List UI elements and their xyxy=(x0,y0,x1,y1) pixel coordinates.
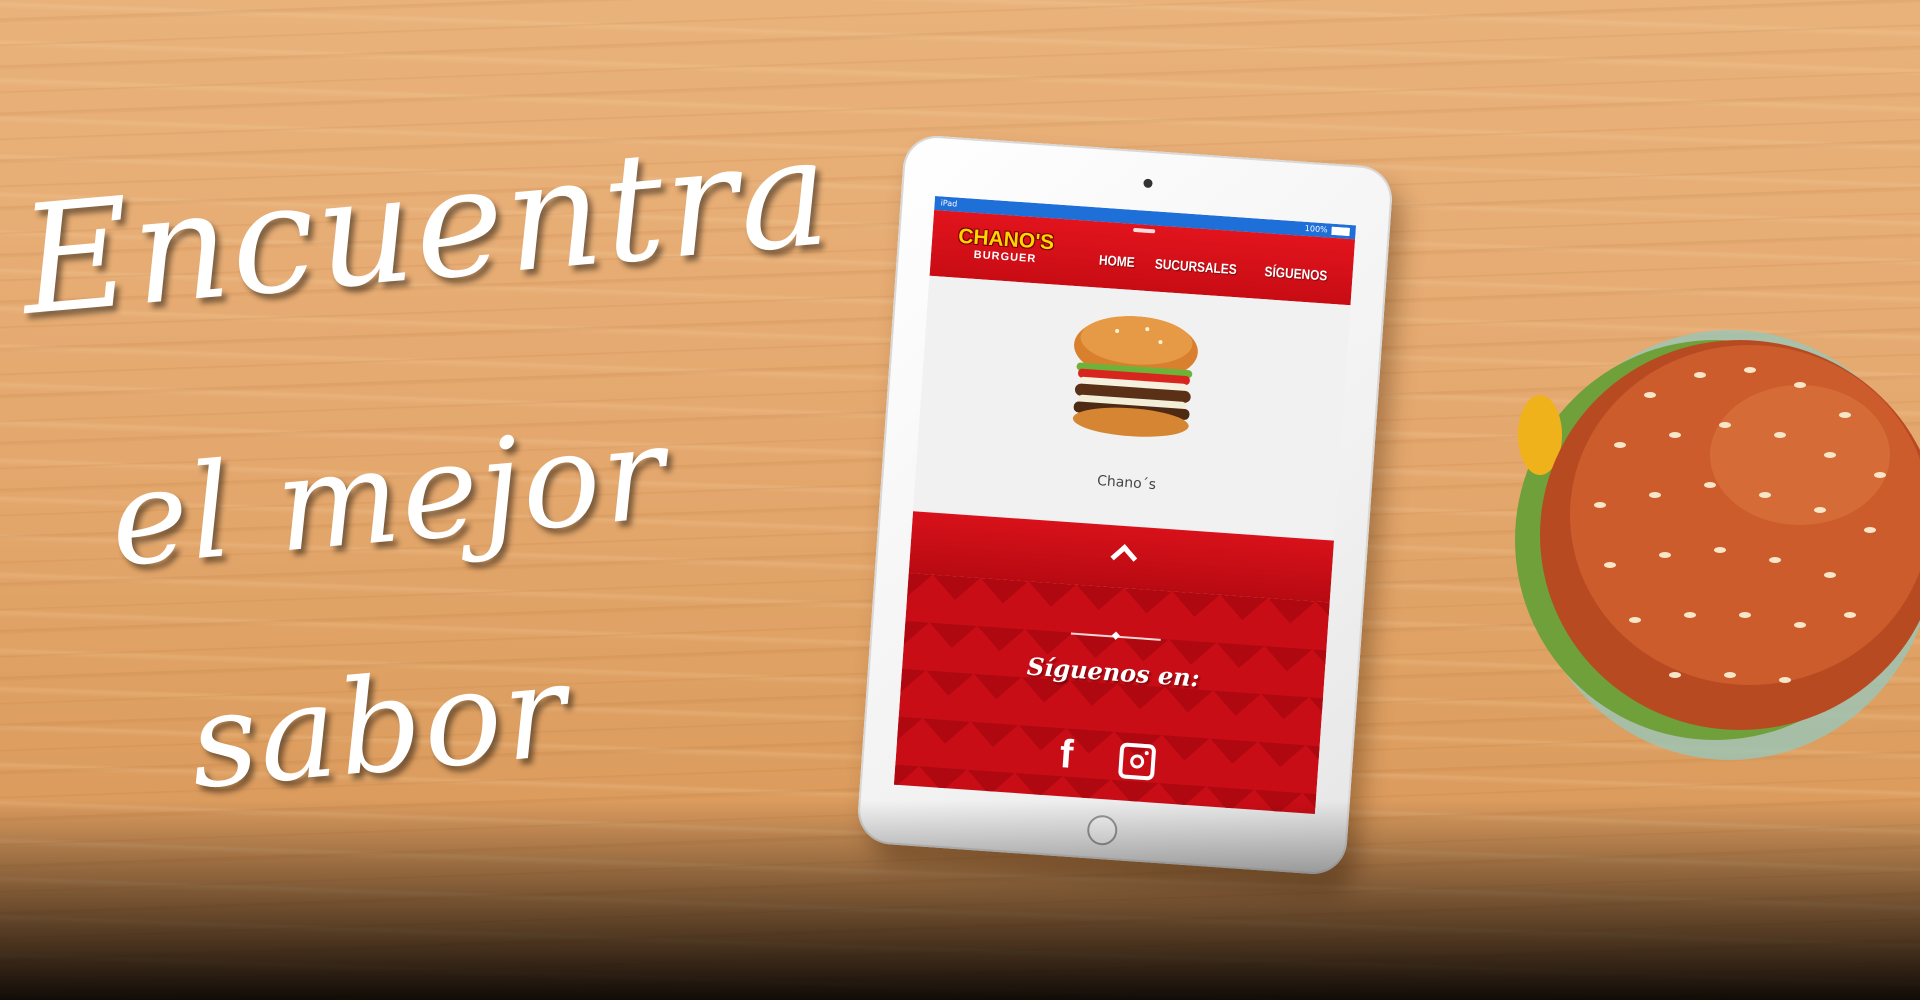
tablet-mockup: iPad 100% CHANO'S BURGUER HOME SUCURSALE… xyxy=(855,133,1395,877)
slogan-line-3: sabor xyxy=(184,633,574,819)
home-button-icon xyxy=(1086,814,1119,847)
nav-home[interactable]: HOME xyxy=(1098,252,1135,270)
slogan: Encuentra el mejor sabor xyxy=(14,105,838,850)
status-carrier: iPad xyxy=(940,198,958,209)
site-footer: Síguenos en: f xyxy=(893,573,1330,814)
slogan-line-2: el mejor xyxy=(104,396,673,596)
instagram-icon[interactable] xyxy=(1117,742,1157,781)
follow-title: Síguenos en: xyxy=(1026,651,1201,693)
side-burger-image xyxy=(1515,330,1920,760)
nav-siguenos[interactable]: SÍGUENOS xyxy=(1264,263,1328,283)
nav-sucursales[interactable]: SUCURSALES xyxy=(1154,255,1237,277)
social-icons: f xyxy=(895,723,1319,792)
camera-icon xyxy=(1143,178,1153,189)
divider-ornament xyxy=(1070,632,1161,641)
battery-icon xyxy=(1331,226,1350,236)
hero-section: Chano´s xyxy=(913,275,1351,541)
tablet-screen: iPad 100% CHANO'S BURGUER HOME SUCURSALE… xyxy=(893,195,1357,814)
slogan-line-1: Encuentra xyxy=(13,104,838,350)
chevron-up-icon[interactable] xyxy=(1110,544,1138,571)
menu-handle-icon[interactable] xyxy=(1133,227,1156,234)
hero-caption: Chano´s xyxy=(1096,473,1157,494)
site-logo[interactable]: CHANO'S BURGUER xyxy=(957,225,1055,267)
burger-image xyxy=(1072,316,1198,437)
facebook-icon[interactable]: f xyxy=(1058,732,1074,777)
site-nav: HOME SUCURSALES SÍGUENOS xyxy=(1098,252,1339,285)
